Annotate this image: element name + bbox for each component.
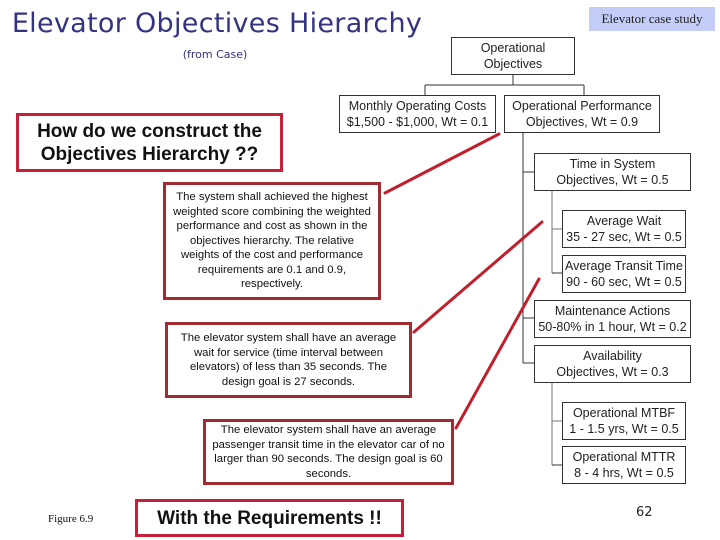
callout-line: Objectives Hierarchy ?? xyxy=(40,143,259,165)
node-label: Average Wait xyxy=(586,214,662,228)
tree-connectors xyxy=(424,75,585,466)
node-label: 8 - 4 hrs, Wt = 0.5 xyxy=(574,466,674,480)
transit-requirement-callout: The elevator system shall have an averag… xyxy=(203,419,454,485)
node-label: Operational Performance xyxy=(512,99,652,113)
node-label: Objectives, Wt = 0.9 xyxy=(525,115,639,129)
transit-connector xyxy=(454,277,541,430)
node-availability: Availability Objectives, Wt = 0.3 xyxy=(534,345,691,383)
node-label: Objectives, Wt = 0.3 xyxy=(556,365,669,379)
node-operational-objectives: Operational Objectives xyxy=(451,37,575,75)
node-operational-performance: Operational Performance Objectives, Wt =… xyxy=(504,95,660,133)
node-label: Operational MTBF xyxy=(572,406,676,420)
figure-label: Figure 6.9 xyxy=(48,513,94,525)
node-time-in-system: Time in System Objectives, Wt = 0.5 xyxy=(534,153,691,191)
node-monthly-operating-costs: Monthly Operating Costs $1,500 - $1,000,… xyxy=(339,95,496,133)
node-maintenance-actions: Maintenance Actions 50-80% in 1 hour, Wt… xyxy=(534,300,691,338)
node-label: Monthly Operating Costs xyxy=(348,99,487,113)
node-label: Operational MTTR xyxy=(572,450,676,464)
weights-requirement-callout: The system shall achieved the highest we… xyxy=(163,182,381,300)
weights-connector xyxy=(383,132,501,195)
node-label: Time in System xyxy=(569,157,656,171)
answer-callout: With the Requirements !! xyxy=(135,499,404,537)
node-label: 90 - 60 sec, Wt = 0.5 xyxy=(566,275,682,289)
wait-requirement-callout: The elevator system shall have an averag… xyxy=(165,322,412,398)
node-label: Maintenance Actions xyxy=(554,304,671,318)
node-label: Objectives, Wt = 0.5 xyxy=(556,173,669,187)
node-label: Average Transit Time xyxy=(565,259,683,273)
node-average-wait: Average Wait 35 - 27 sec, Wt = 0.5 xyxy=(562,210,686,248)
callout-line: How do we construct the xyxy=(37,120,262,142)
node-label: Operational xyxy=(480,41,546,55)
node-operational-mtbf: Operational MTBF 1 - 1.5 yrs, Wt = 0.5 xyxy=(562,402,686,440)
question-callout: How do we construct the Objectives Hiera… xyxy=(16,113,283,172)
node-label: $1,500 - $1,000, Wt = 0.1 xyxy=(346,115,489,129)
node-label: 35 - 27 sec, Wt = 0.5 xyxy=(566,230,682,244)
page-number: 62 xyxy=(636,505,653,520)
node-label: Objectives xyxy=(483,57,543,71)
node-label: 50-80% in 1 hour, Wt = 0.2 xyxy=(538,320,687,334)
node-label: 1 - 1.5 yrs, Wt = 0.5 xyxy=(569,422,679,436)
node-operational-mttr: Operational MTTR 8 - 4 hrs, Wt = 0.5 xyxy=(562,446,686,484)
node-average-transit-time: Average Transit Time 90 - 60 sec, Wt = 0… xyxy=(562,255,686,293)
node-label: Availability xyxy=(583,349,642,363)
